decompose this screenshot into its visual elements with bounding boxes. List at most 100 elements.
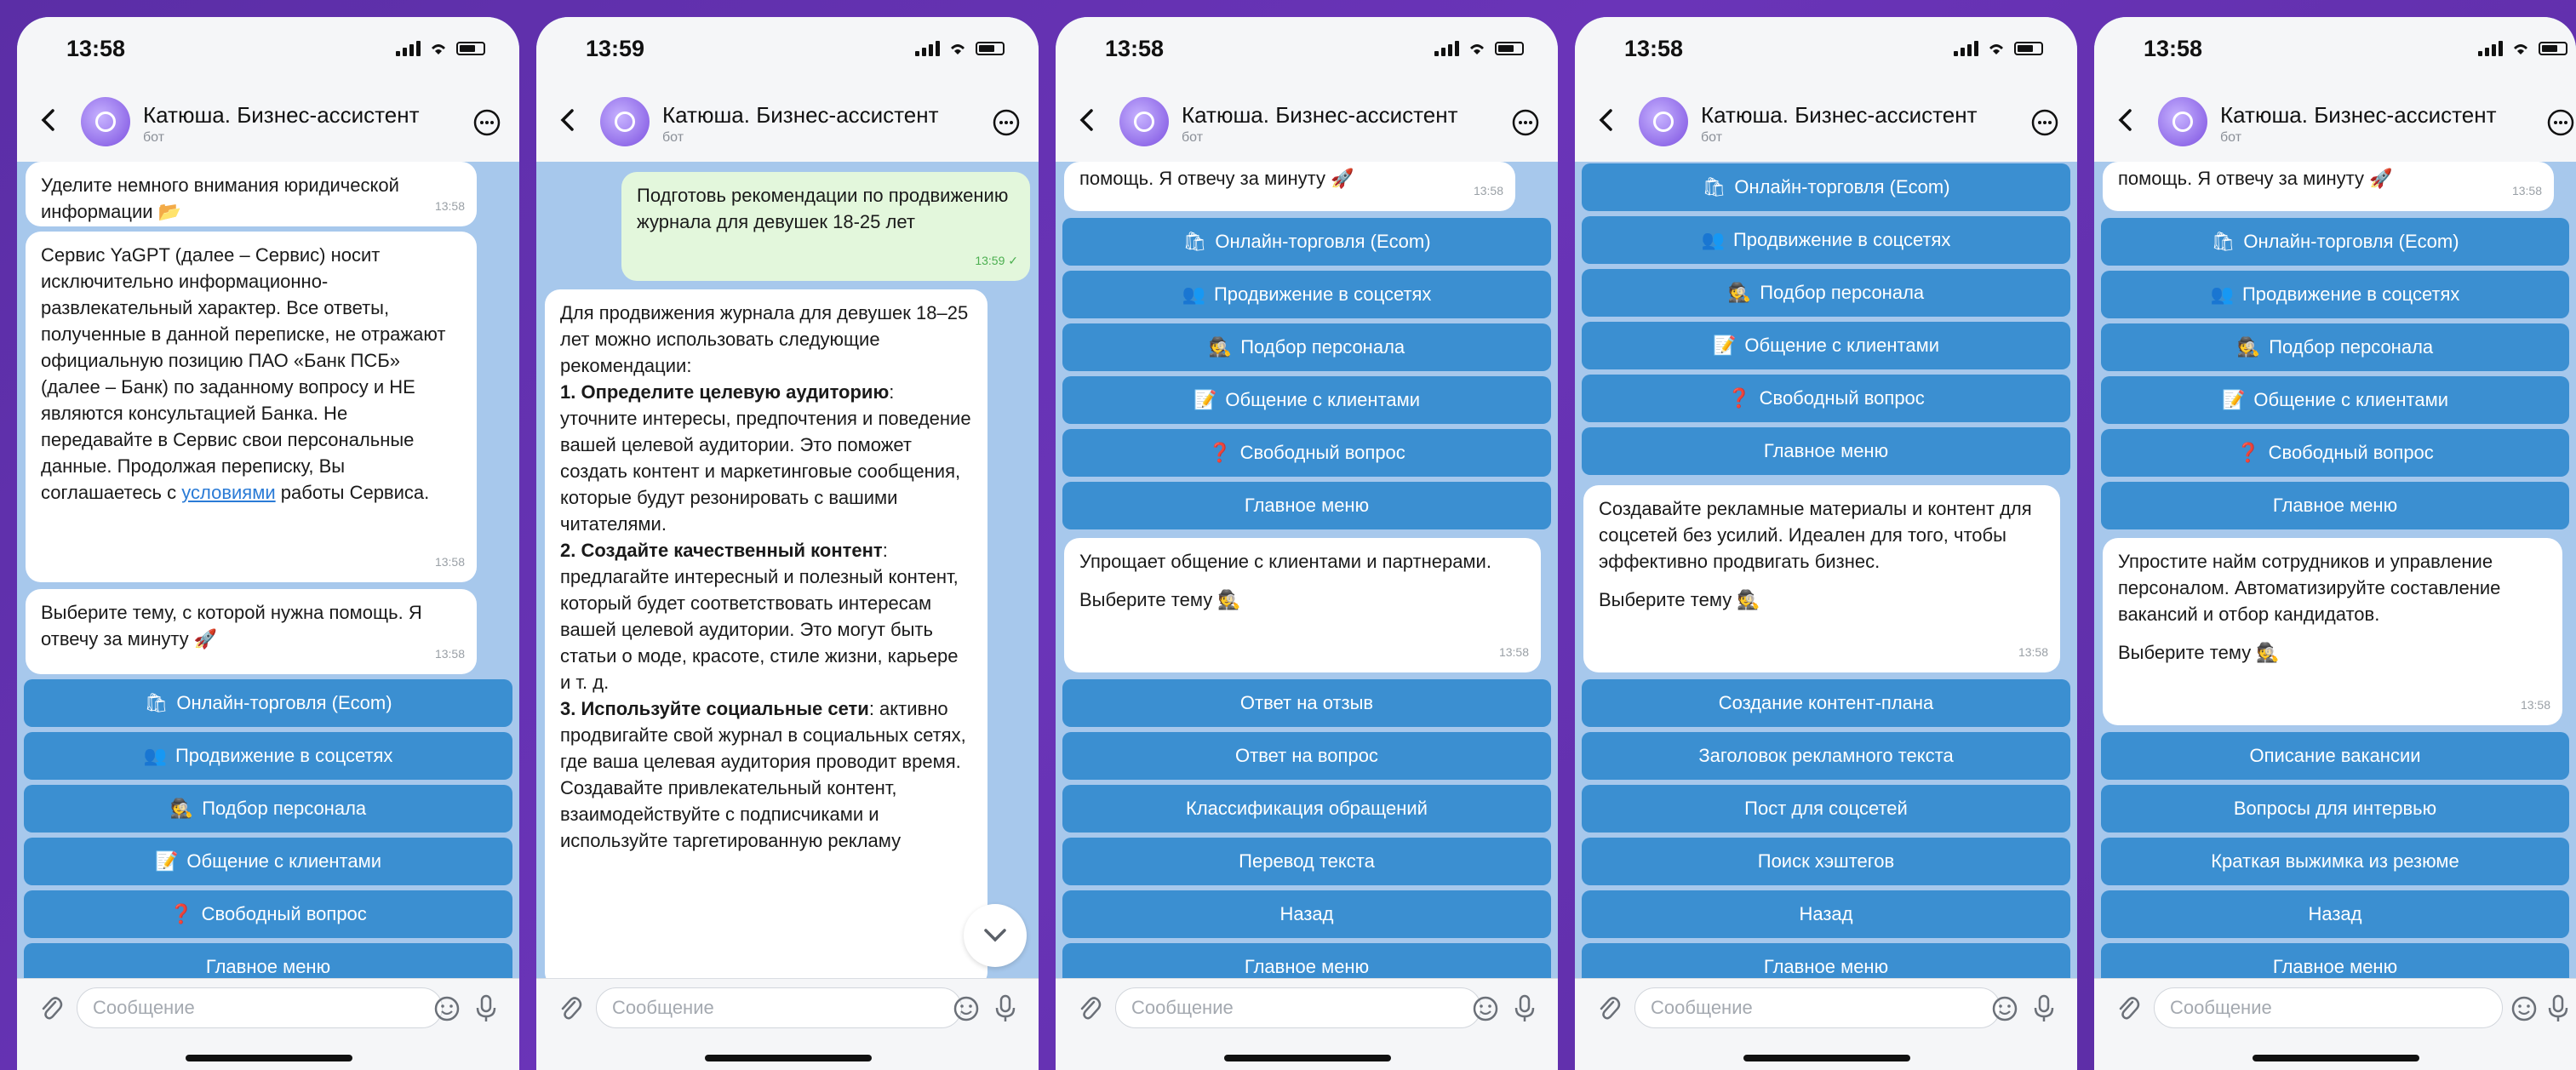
button-label: Пост для соцсетей	[1744, 798, 1908, 819]
keyboard-button-question-reply[interactable]: Ответ на вопрос	[1062, 732, 1551, 780]
keyboard-button-free-question[interactable]: ❓ Свободный вопрос	[1062, 429, 1551, 477]
keyboard-button-hiring[interactable]: 🕵 Подбор персонала	[2101, 323, 2569, 371]
keyboard-button-ecom[interactable]: 🛍 Онлайн-торговля (Ecom)	[1582, 163, 2070, 211]
keyboard-button-ecom[interactable]: 🛍 Онлайн-торговля (Ecom)	[2101, 218, 2569, 266]
keyboard-button-hiring[interactable]: 🕵 Подбор персонала	[1062, 323, 1551, 371]
more-icon[interactable]	[993, 109, 1020, 136]
keyboard-button-classification[interactable]: Классификация обращений	[1062, 785, 1551, 833]
status-bar: 13:58	[1056, 17, 1558, 83]
keyboard-button-free-question[interactable]: ❓ Свободный вопрос	[2101, 429, 2569, 477]
keyboard-button-main-menu[interactable]: Главное меню	[1582, 943, 2070, 979]
microphone-icon[interactable]	[993, 994, 1018, 1023]
attach-icon[interactable]	[2116, 994, 2140, 1023]
keyboard-button-content-plan[interactable]: Создание контент-плана	[1582, 679, 2070, 727]
microphone-icon[interactable]	[473, 994, 499, 1023]
home-indicator	[1743, 1055, 1910, 1061]
keyboard-button-main-menu[interactable]: Главное меню	[1582, 427, 2070, 475]
message-list[interactable]: Уделите немного внимания юридической инф…	[17, 162, 519, 979]
item-title: Используйте социальные сети	[581, 698, 869, 719]
emoji-icon[interactable]	[1473, 996, 1498, 1021]
chat-title[interactable]: Катюша. Бизнес-ассистент	[1182, 102, 1458, 129]
keyboard-button-social[interactable]: 👥 Продвижение в соцсетях	[1062, 271, 1551, 318]
message-list[interactable]: Подготовь рекомендации по продвижению жу…	[536, 162, 1039, 979]
keyboard-button-hiring[interactable]: 🕵 Подбор персонала	[1582, 269, 2070, 317]
signal-icon	[1434, 41, 1459, 56]
keyboard-button-clients[interactable]: 📝 Общение с клиентами	[1582, 322, 2070, 369]
chat-subtitle: бот	[1701, 130, 1723, 145]
keyboard-button-hiring[interactable]: 🕵 Подбор персонала	[24, 785, 512, 833]
item-title: Создайте качественный контент	[581, 540, 883, 561]
keyboard-button-hashtags[interactable]: Поиск хэштегов	[1582, 838, 2070, 885]
keyboard-button-interview-questions[interactable]: Вопросы для интервью	[2101, 785, 2569, 833]
bot-avatar[interactable]	[1119, 97, 1169, 146]
keyboard-button-main-menu[interactable]: Главное меню	[1062, 482, 1551, 529]
message-list[interactable]: помощь. Я отвечу за минуту 🚀 13:58 🛍 Онла…	[2094, 162, 2576, 979]
back-icon[interactable]	[2113, 107, 2138, 133]
emoji-icon[interactable]	[2511, 996, 2537, 1021]
keyboard-button-main-menu[interactable]: Главное меню	[2101, 482, 2569, 529]
message-bubble: Создавайте рекламные материалы и контент…	[1583, 485, 2060, 672]
keyboard-button-ecom[interactable]: 🛍 Онлайн-торговля (Ecom)	[24, 679, 512, 727]
message-list[interactable]: 🛍 Онлайн-торговля (Ecom) 👥 Продвижение в с…	[1575, 162, 2077, 979]
scroll-down-button[interactable]	[964, 904, 1027, 967]
keyboard-button-translate[interactable]: Перевод текста	[1062, 838, 1551, 885]
back-icon[interactable]	[36, 107, 61, 133]
keyboard-button-social-post[interactable]: Пост для соцсетей	[1582, 785, 2070, 833]
microphone-icon[interactable]	[1512, 994, 1537, 1023]
keyboard-button-social[interactable]: 👥 Продвижение в соцсетях	[1582, 216, 2070, 264]
keyboard-button-free-question[interactable]: ❓ Свободный вопрос	[24, 890, 512, 938]
microphone-icon[interactable]	[2031, 994, 2057, 1023]
keyboard-button-job-description[interactable]: Описание вакансии	[2101, 732, 2569, 780]
chat-title[interactable]: Катюша. Бизнес-ассистент	[2220, 102, 2497, 129]
microphone-icon[interactable]	[2545, 994, 2571, 1023]
message-list[interactable]: помощь. Я отвечу за минуту 🚀 13:58 🛍 Онла…	[1056, 162, 1558, 979]
more-icon[interactable]	[1512, 109, 1539, 136]
attach-icon[interactable]	[558, 994, 582, 1023]
keyboard-button-clients[interactable]: 📝 Общение с клиентами	[2101, 376, 2569, 424]
keyboard-button-social[interactable]: 👥 Продвижение в соцсетях	[24, 732, 512, 780]
keyboard-button-resume-summary[interactable]: Краткая выжимка из резюме	[2101, 838, 2569, 885]
back-icon[interactable]	[1594, 107, 1619, 133]
chat-title[interactable]: Катюша. Бизнес-ассистент	[1701, 102, 1978, 129]
keyboard-button-main-menu[interactable]: Главное меню	[2101, 943, 2569, 979]
emoji-icon[interactable]	[953, 996, 979, 1021]
attach-icon[interactable]	[39, 994, 63, 1023]
keyboard-button-free-question[interactable]: ❓ Свободный вопрос	[1582, 375, 2070, 422]
button-label: Онлайн-торговля (Ecom)	[176, 692, 392, 713]
terms-link[interactable]: условиями	[181, 482, 275, 503]
keyboard-button-clients[interactable]: 📝 Общение с клиентами	[24, 838, 512, 885]
back-icon[interactable]	[1074, 107, 1100, 133]
more-icon[interactable]	[2547, 109, 2574, 136]
keyboard-button-back[interactable]: Назад	[1062, 890, 1551, 938]
keyboard-button-ecom[interactable]: 🛍 Онлайн-торговля (Ecom)	[1062, 218, 1551, 266]
message-input[interactable]: Сообщение	[596, 987, 962, 1028]
chat-title[interactable]: Катюша. Бизнес-ассистент	[662, 102, 939, 129]
emoji-icon[interactable]	[1992, 996, 2018, 1021]
keyboard-button-main-menu[interactable]: Главное меню	[24, 943, 512, 979]
bot-avatar[interactable]	[2158, 97, 2207, 146]
button-label: Общение с клиентами	[1225, 389, 1420, 410]
emoji-icon[interactable]	[434, 996, 460, 1021]
keyboard-button-review-reply[interactable]: Ответ на отзыв	[1062, 679, 1551, 727]
message-input[interactable]: Сообщение	[1634, 987, 2001, 1028]
message-input[interactable]: Сообщение	[1115, 987, 1481, 1028]
bot-avatar[interactable]	[1639, 97, 1688, 146]
attach-icon[interactable]	[1597, 994, 1621, 1023]
message-input[interactable]: Сообщение	[2154, 987, 2503, 1028]
back-icon[interactable]	[555, 107, 581, 133]
keyboard-button-ad-headline[interactable]: Заголовок рекламного текста	[1582, 732, 2070, 780]
keyboard-button-back[interactable]: Назад	[1582, 890, 2070, 938]
more-icon[interactable]	[473, 109, 501, 136]
chat-title[interactable]: Катюша. Бизнес-ассистент	[143, 102, 420, 129]
keyboard-button-clients[interactable]: 📝 Общение с клиентами	[1062, 376, 1551, 424]
keyboard-button-social[interactable]: 👥 Продвижение в соцсетях	[2101, 271, 2569, 318]
bot-avatar[interactable]	[600, 97, 650, 146]
more-icon[interactable]	[2031, 109, 2058, 136]
message-prompt: Выберите тему 🕵	[1599, 589, 1760, 610]
attach-icon[interactable]	[1078, 994, 1102, 1023]
shop-icon: 🛍	[2211, 231, 2235, 252]
bot-avatar[interactable]	[81, 97, 130, 146]
message-input[interactable]: Сообщение	[77, 987, 443, 1028]
keyboard-button-main-menu[interactable]: Главное меню	[1062, 943, 1551, 979]
keyboard-button-back[interactable]: Назад	[2101, 890, 2569, 938]
